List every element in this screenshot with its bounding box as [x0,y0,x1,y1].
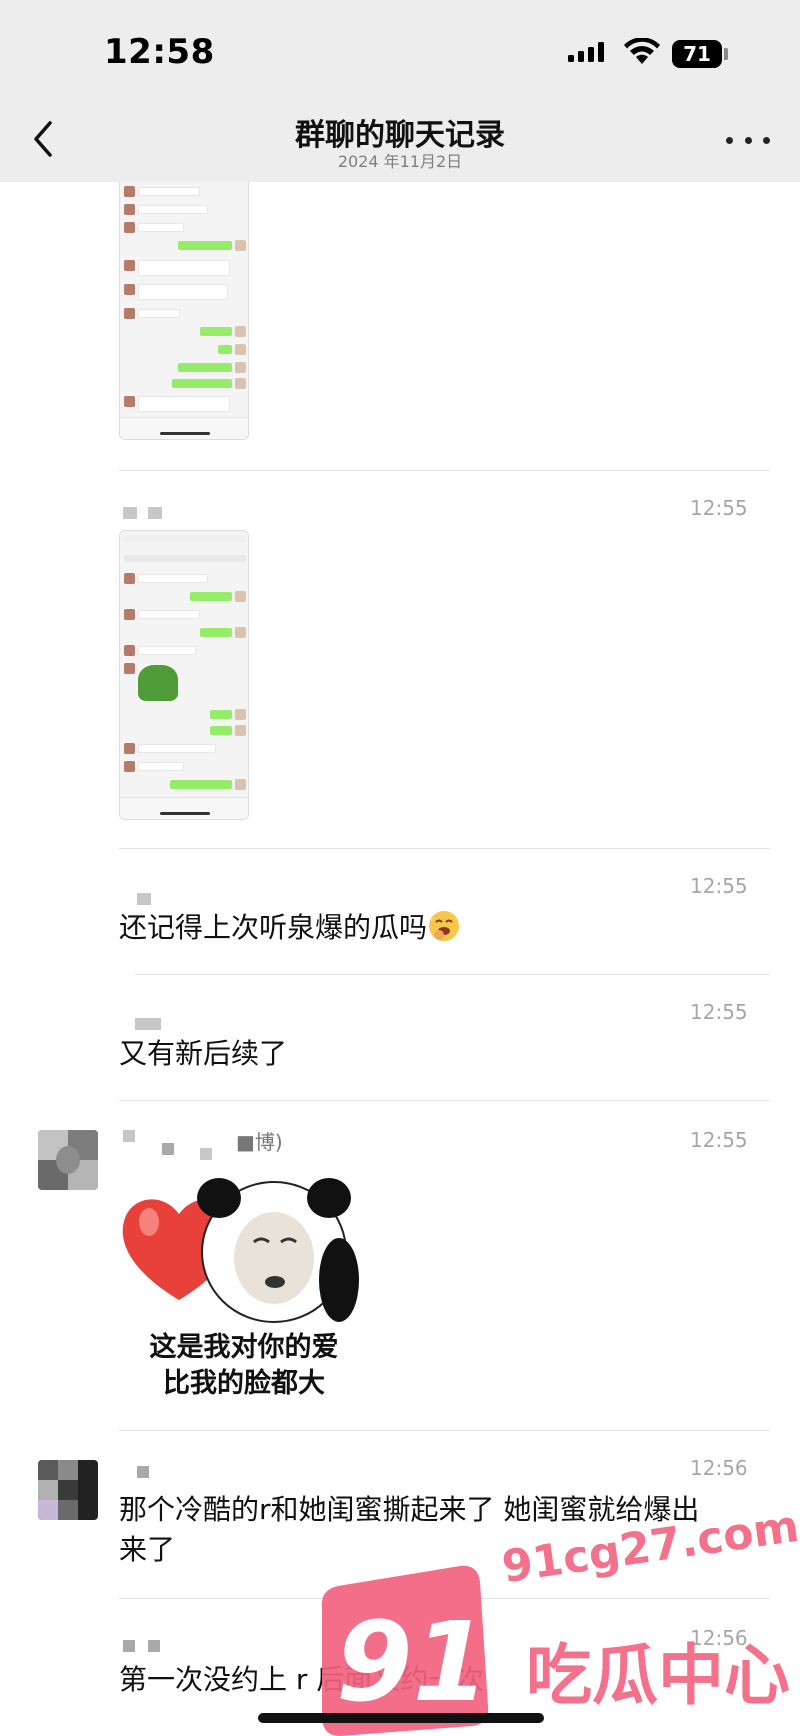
sender-name [148,1640,160,1652]
message-divider [119,848,770,849]
message-divider [119,1598,770,1599]
dot-icon [726,136,733,144]
avatar[interactable] [38,1130,98,1190]
dot-icon [744,136,752,144]
message-time: 12:56 [690,1626,748,1650]
message-text: 还记得上次听泉爆的瓜吗 [119,908,461,948]
sender-name [148,507,162,519]
dot-icon [763,136,770,144]
page-subtitle: 2024 年11月2日 [337,152,463,171]
wifi-icon [624,38,660,64]
signal-icon [568,42,604,62]
panda-heart-icon [122,1178,359,1323]
battery-icon: 71 [672,40,722,68]
sticker-caption: 这是我对你的爱 [149,1332,339,1363]
chat-screenshot-image[interactable] [119,182,249,440]
message-divider [119,1430,770,1431]
home-indicator [258,1713,544,1723]
more-options-button[interactable] [726,128,770,152]
sender-name [137,893,151,905]
status-time: 12:58 [104,32,215,72]
sender-name [123,1640,135,1652]
message-divider [135,974,770,975]
message-divider [119,470,770,471]
sender-name [123,507,137,519]
avatar[interactable] [38,1460,98,1520]
sender-name [200,1148,212,1160]
sender-name [162,1143,174,1155]
sender-name [135,1018,161,1030]
sender-name [137,1466,149,1478]
message-time: 12:56 [690,1456,748,1480]
top-bar: 12:58 71 群聊的聊天记录 2024 年11月2日 [0,0,800,182]
drooling-face-emoji-icon [429,911,460,941]
message-text: 那个冷酷的r和她闺蜜撕起来了 她闺蜜就给爆出 [119,1493,700,1526]
input-bar [120,797,248,819]
home-indicator [160,812,210,815]
input-bar [120,417,248,439]
panda-heart-sticker[interactable]: 这是我对你的爱 比我的脸都大 [119,1170,369,1408]
sender-name-suffix: ■博) [236,1130,283,1154]
message-time: 12:55 [690,496,748,520]
home-indicator [160,432,210,435]
sticker-caption: 比我的脸都大 [163,1368,325,1399]
message-text: 第一次没约上 r 后面又约一次 [119,1663,485,1696]
frog-sticker-thumbnail [138,665,178,701]
battery-nub [724,48,728,60]
sender-name [123,1130,135,1142]
message-text: 来了 [119,1533,176,1566]
message-divider [119,1100,770,1101]
chat-screenshot-image[interactable] [119,530,249,820]
message-text: 又有新后续了 [119,1037,288,1070]
message-time: 12:55 [690,1000,748,1024]
message-time: 12:55 [690,874,748,898]
watermark-brand: 吃瓜中心 [526,1637,790,1714]
message-time: 12:55 [690,1128,748,1152]
